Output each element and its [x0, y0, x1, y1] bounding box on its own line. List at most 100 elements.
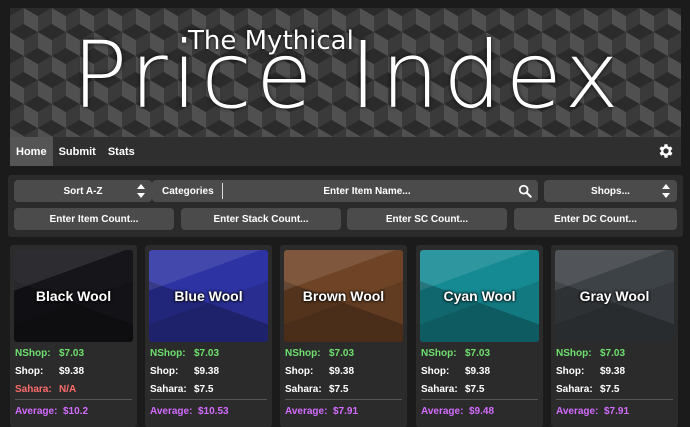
item-card[interactable]: Brown Wool NShop: $7.03 Shop: $9.38 Saha…	[280, 245, 407, 427]
item-name: Cyan Wool	[443, 288, 516, 304]
sahara-row: Sahara: $7.5	[150, 384, 213, 395]
nshop-label: NShop:	[15, 348, 51, 359]
search-bar[interactable]: Categories Enter Item Name...	[152, 180, 538, 202]
shop-label: Shop:	[556, 366, 585, 377]
nshop-row: NShop: $7.03	[285, 348, 354, 359]
shop-price: $9.38	[59, 366, 85, 377]
search-icon[interactable]	[518, 184, 532, 198]
nshop-price: $7.03	[59, 348, 85, 359]
nshop-price: $7.03	[465, 348, 491, 359]
nshop-label: NShop:	[421, 348, 457, 359]
sahara-price: $7.5	[600, 384, 620, 395]
shop-row: Shop: $9.38	[285, 366, 354, 377]
navbar: Home Submit Stats	[10, 137, 681, 166]
sahara-row: Sahara: $7.5	[421, 384, 484, 395]
nshop-row: NShop: $7.03	[150, 348, 219, 359]
item-name: Black Wool	[35, 288, 112, 304]
shops-value: Shops...	[591, 185, 630, 197]
shop-price: $9.38	[194, 366, 220, 377]
sahara-price: N/A	[59, 384, 77, 395]
sahara-label: Sahara:	[150, 384, 187, 395]
updown-chevron-icon	[137, 184, 145, 198]
item-image: Blue Wool	[149, 250, 268, 342]
shop-label: Shop:	[421, 366, 450, 377]
shop-label: Shop:	[150, 366, 179, 377]
average-price: $9.48	[469, 406, 495, 417]
item-image: Black Wool	[14, 250, 133, 342]
sahara-label: Sahara:	[285, 384, 322, 395]
search-input[interactable]: Enter Item Name...	[224, 186, 510, 197]
average-row: Average: $10.53	[150, 406, 229, 417]
item-count-input[interactable]: Enter Item Count...	[14, 208, 174, 230]
average-label: Average:	[150, 406, 193, 417]
average-price: $7.91	[604, 406, 630, 417]
sort-select[interactable]: Sort A-Z	[14, 180, 152, 202]
categories-button[interactable]: Categories	[162, 186, 214, 197]
divider	[556, 399, 673, 400]
shop-row: Shop: $9.38	[556, 366, 625, 377]
sahara-price: $7.5	[194, 384, 214, 395]
item-card[interactable]: Black Wool NShop: $7.03 Shop: $9.38 Saha…	[10, 245, 137, 427]
average-price: $10.53	[198, 406, 229, 417]
nav-stats[interactable]: Stats	[102, 137, 141, 166]
average-row: Average: $7.91	[556, 406, 629, 417]
nav-submit[interactable]: Submit	[53, 137, 102, 166]
nshop-price: $7.03	[329, 348, 355, 359]
shop-price: $9.38	[600, 366, 626, 377]
shop-row: Shop: $9.38	[150, 366, 219, 377]
sc-count-input[interactable]: Enter SC Count...	[347, 208, 507, 230]
nshop-row: NShop: $7.03	[421, 348, 490, 359]
sahara-price: $7.5	[329, 384, 349, 395]
item-card[interactable]: Gray Wool NShop: $7.03 Shop: $9.38 Sahar…	[551, 245, 678, 427]
divider	[285, 399, 402, 400]
sahara-row: Sahara: $7.5	[556, 384, 619, 395]
dc-count-input[interactable]: Enter DC Count...	[514, 208, 677, 230]
average-price: $10.2	[63, 406, 89, 417]
item-name: Blue Wool	[174, 288, 243, 304]
sahara-label: Sahara:	[421, 384, 458, 395]
item-card[interactable]: Blue Wool NShop: $7.03 Shop: $9.38 Sahar…	[145, 245, 272, 427]
nshop-row: NShop: $7.03	[556, 348, 625, 359]
item-name: Brown Wool	[302, 288, 385, 304]
nshop-label: NShop:	[556, 348, 592, 359]
shop-price: $9.38	[465, 366, 491, 377]
updown-chevron-icon	[662, 184, 670, 198]
filter-panel: Sort A-Z Categories Enter Item Name... S…	[8, 175, 683, 237]
item-image: Brown Wool	[284, 250, 403, 342]
shop-price: $9.38	[329, 366, 355, 377]
search-divider	[222, 183, 223, 199]
nshop-price: $7.03	[600, 348, 626, 359]
nav-home[interactable]: Home	[10, 137, 53, 166]
nshop-row: NShop: $7.03	[15, 348, 84, 359]
shop-row: Shop: $9.38	[421, 366, 490, 377]
shop-label: Shop:	[15, 366, 44, 377]
divider	[421, 399, 538, 400]
item-image: Gray Wool	[555, 250, 674, 342]
sahara-price: $7.5	[465, 384, 485, 395]
shop-label: Shop:	[285, 366, 314, 377]
shop-row: Shop: $9.38	[15, 366, 84, 377]
banner-title: Price Index	[72, 22, 623, 129]
gear-icon[interactable]	[657, 142, 675, 160]
banner: The Mythical Price Index	[10, 8, 681, 137]
sahara-row: Sahara: N/A	[15, 384, 76, 395]
divider	[150, 399, 267, 400]
average-row: Average: $9.48	[421, 406, 494, 417]
average-label: Average:	[285, 406, 328, 417]
stack-count-input[interactable]: Enter Stack Count...	[181, 208, 341, 230]
item-image: Cyan Wool	[420, 250, 539, 342]
sort-value: Sort A-Z	[63, 185, 103, 197]
item-card[interactable]: Cyan Wool NShop: $7.03 Shop: $9.38 Sahar…	[416, 245, 543, 427]
sahara-label: Sahara:	[556, 384, 593, 395]
nshop-price: $7.03	[194, 348, 220, 359]
nshop-label: NShop:	[150, 348, 186, 359]
nshop-label: NShop:	[285, 348, 321, 359]
divider	[15, 399, 132, 400]
average-label: Average:	[421, 406, 464, 417]
item-name: Gray Wool	[579, 288, 650, 304]
sahara-row: Sahara: $7.5	[285, 384, 348, 395]
shops-select[interactable]: Shops...	[544, 180, 677, 202]
average-row: Average: $7.91	[285, 406, 358, 417]
average-row: Average: $10.2	[15, 406, 88, 417]
average-label: Average:	[15, 406, 58, 417]
